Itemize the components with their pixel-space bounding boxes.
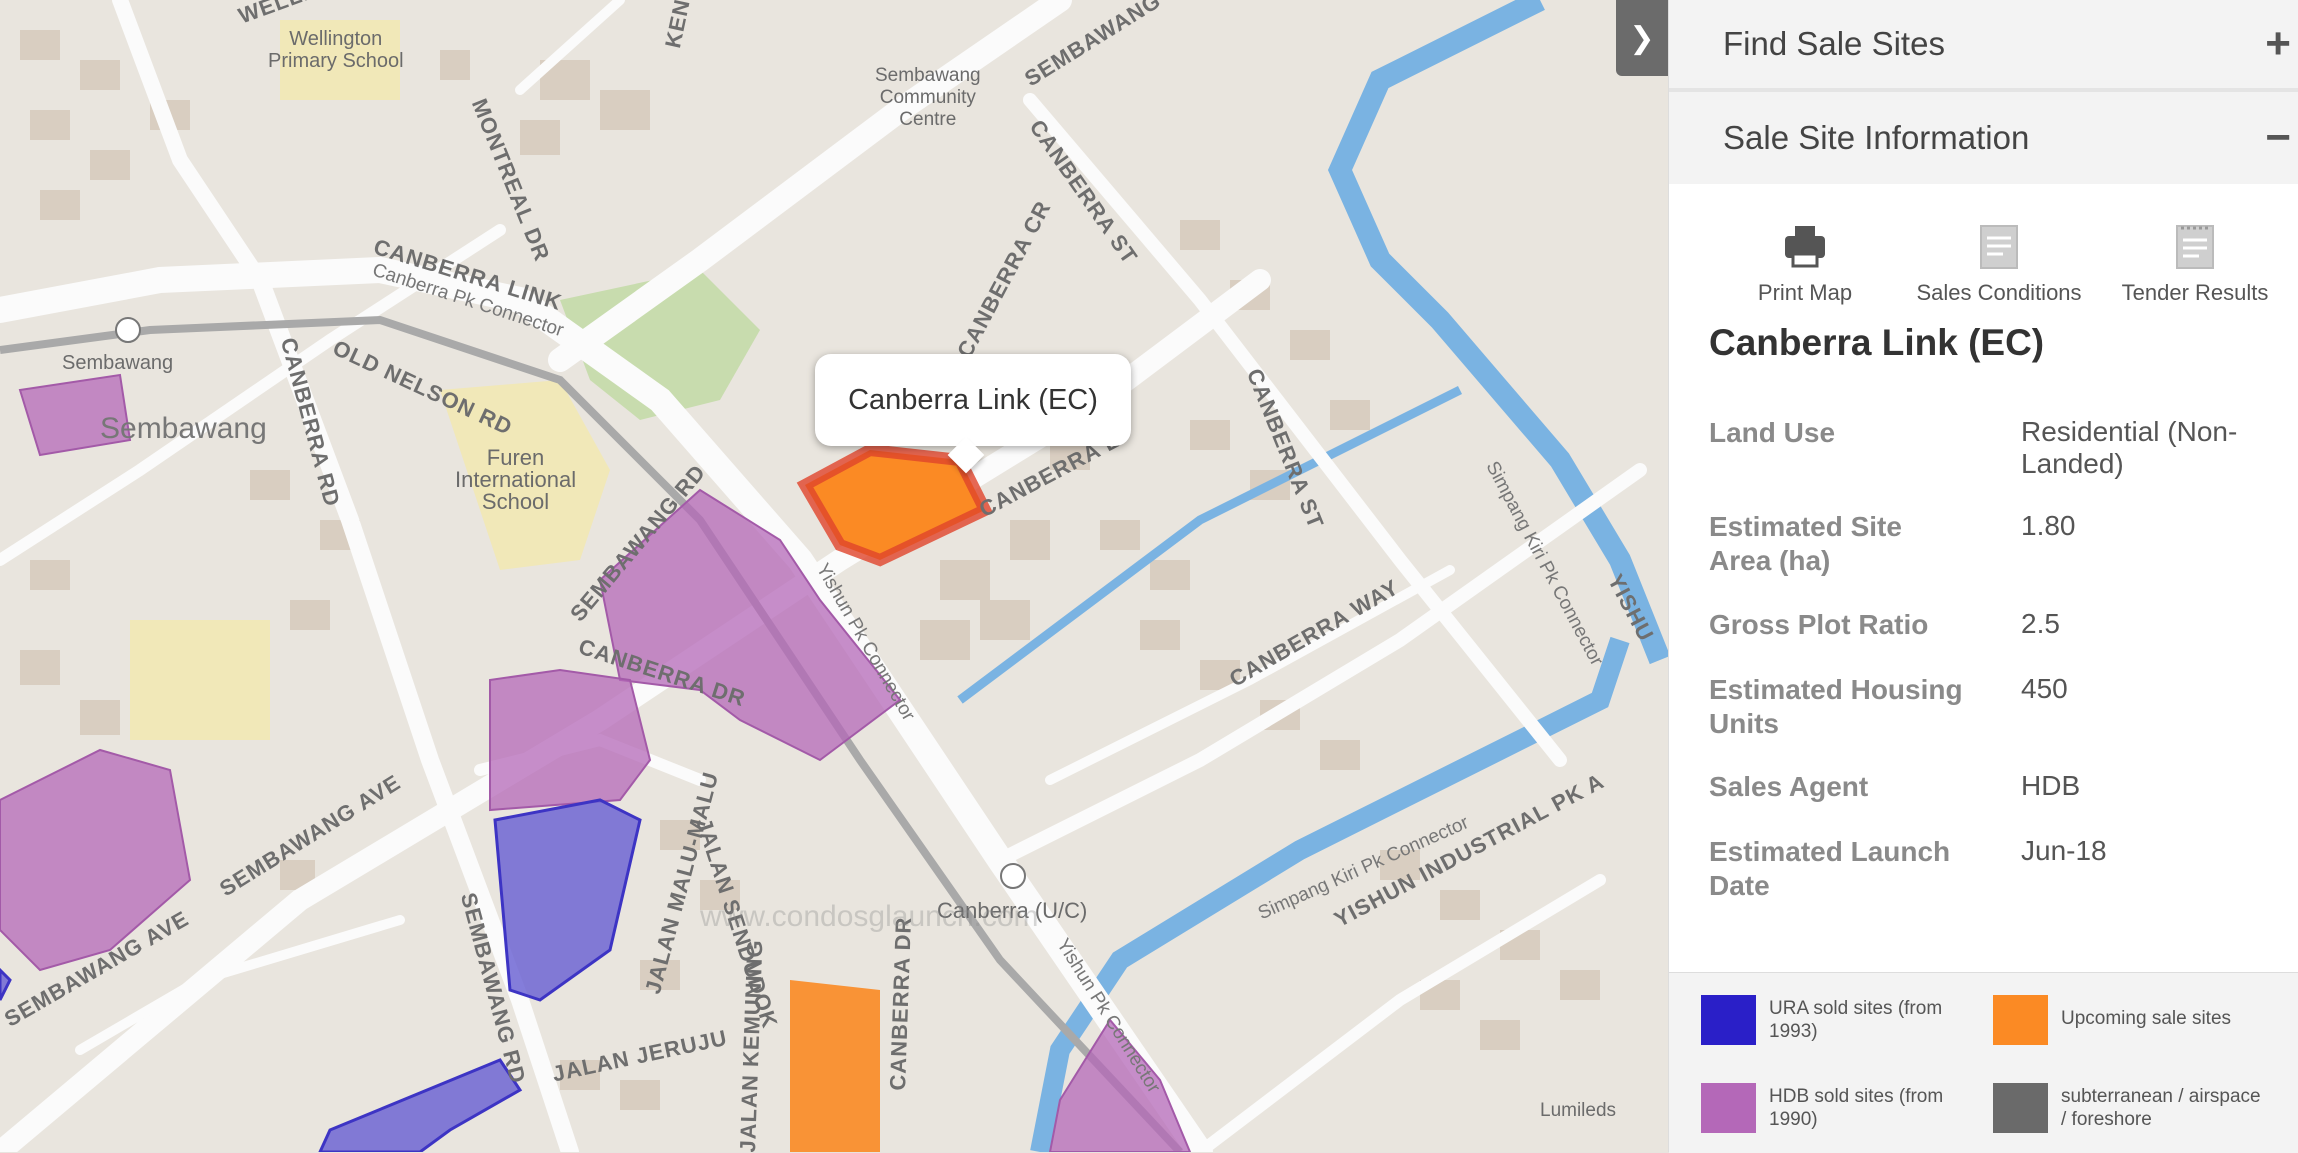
detail-key: Gross Plot Ratio	[1709, 609, 1929, 640]
printer-icon	[1785, 226, 1825, 268]
find-sale-sites-header[interactable]: Find Sale Sites +	[1669, 0, 2298, 88]
expand-plus-icon[interactable]: +	[2265, 19, 2291, 69]
site-name: Canberra Link (EC)	[1709, 322, 2045, 363]
detail-value: 2.5	[2021, 608, 2060, 639]
detail-key: Sales Agent	[1709, 771, 1869, 802]
legend-label: subterranean / airspace / foreshore	[2061, 1086, 2261, 1130]
sales-conditions-label: Sales Conditions	[1916, 280, 2082, 305]
tender-results-button[interactable]: Tender Results	[2095, 222, 2295, 306]
popup-label: Canberra Link (EC)	[848, 383, 1098, 417]
detail-key: Estimated Housing Units	[1709, 674, 1963, 739]
legend-label: URA sold sites (from 1993)	[1769, 998, 1943, 1042]
legend-label: HDB sold sites (from 1990)	[1769, 1086, 1944, 1130]
map-label-school: Furen International School	[455, 445, 577, 514]
panel-toggle-button[interactable]: ❯	[1616, 0, 1668, 76]
school-area	[130, 620, 270, 740]
print-map-button[interactable]: Print Map	[1705, 222, 1905, 306]
legend-swatch	[1993, 995, 2048, 1045]
chevron-right-icon: ❯	[1629, 21, 1655, 55]
detail-key: Land Use	[1709, 417, 1836, 448]
print-map-label: Print Map	[1757, 280, 1853, 305]
info-panel: Find Sale Sites + Sale Site Information …	[1668, 0, 2298, 1153]
detail-key: Estimated Launch Date	[1709, 836, 1951, 901]
map-label-community-centre: Sembawang Community Centre	[875, 65, 981, 130]
legend-item: Upcoming sale sites	[1993, 995, 2293, 1055]
detail-value: Residential (Non-Landed)	[2021, 416, 2238, 479]
find-sale-sites-title: Find Sale Sites	[1723, 25, 1945, 62]
upcoming-sale-site	[790, 980, 880, 1152]
legend-item: HDB sold sites (from 1990)	[1701, 1083, 2001, 1143]
legend-item: subterranean / airspace / foreshore	[1993, 1083, 2293, 1143]
watermark: www.condosglaunch.com	[700, 900, 1039, 933]
map-label-school: Wellington Primary School	[268, 28, 404, 72]
collapse-minus-icon[interactable]: −	[2265, 113, 2291, 163]
map-label-station: Sembawang	[62, 352, 174, 374]
tender-results-label: Tender Results	[2121, 280, 2269, 305]
site-popup[interactable]: Canberra Link (EC)	[815, 354, 1131, 474]
detail-value: 450	[2021, 673, 2068, 704]
notepad-icon	[2176, 225, 2214, 269]
map-legend: URA sold sites (from 1993) Upcoming sale…	[1669, 972, 2298, 1153]
map-label-area: Sembawang	[100, 412, 267, 445]
detail-value: HDB	[2021, 770, 2081, 801]
legend-swatch	[1701, 1083, 1756, 1133]
legend-label: Upcoming sale sites	[2061, 1008, 2232, 1029]
legend-swatch	[1993, 1083, 2048, 1133]
map-label-place: Lumileds	[1540, 1100, 1617, 1121]
mrt-icon	[115, 317, 141, 343]
sale-site-info-title: Sale Site Information	[1723, 119, 2030, 156]
detail-key: Estimated Site Area (ha)	[1709, 511, 1902, 576]
legend-item: URA sold sites (from 1993)	[1701, 995, 2001, 1055]
detail-value: 1.80	[2021, 510, 2076, 541]
document-icon	[1980, 225, 2018, 269]
detail-value: Jun-18	[2021, 835, 2107, 866]
mrt-icon	[1000, 863, 1026, 889]
sale-site-info-header[interactable]: Sale Site Information −	[1669, 92, 2298, 184]
legend-swatch	[1701, 995, 1756, 1045]
tool-bar: Print Map Sales Conditions Tender Result…	[1669, 222, 2298, 305]
sales-conditions-button[interactable]: Sales Conditions	[1899, 222, 2099, 306]
map-view[interactable]: Wellington Primary School Sembawang Commun…	[0, 0, 1668, 1152]
